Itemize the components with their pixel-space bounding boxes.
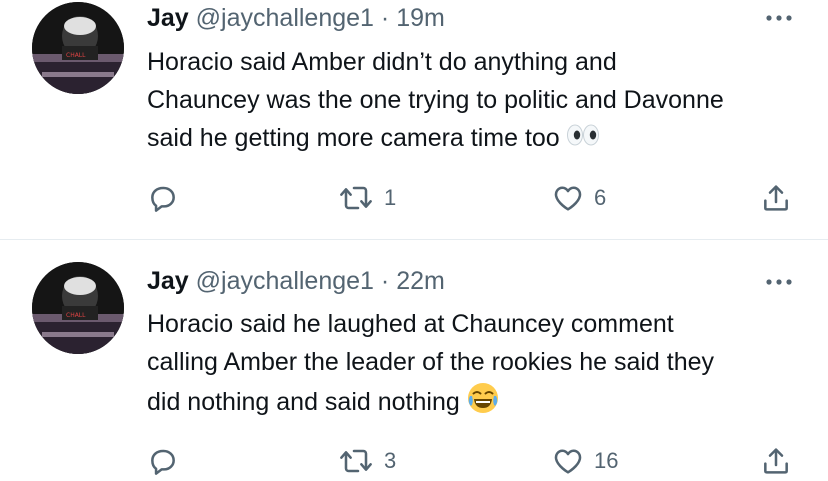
tweet-text-line-content: said he getting more camera time too [147,124,560,152]
separator-dot: · [380,267,390,295]
share-button[interactable] [760,441,792,481]
tweet-actions: 1 6 [0,178,828,218]
like-count: 6 [594,185,607,210]
reply-icon [151,449,175,475]
user-handle[interactable]: @jaychallenge1 [196,4,374,32]
reply-icon [151,186,175,212]
tweet-text-line: said he getting more camera time too [147,119,807,158]
tweet-header: Jay @jaychallenge1 · 22m [147,266,445,296]
heart-icon [554,186,582,211]
svg-text:CHALL: CHALL [66,312,86,319]
tweet[interactable]: CHALL Jay @jaychallenge1 · 22m Horacio s… [0,240,828,475]
like-count: 16 [594,448,619,473]
separator-dot: · [380,4,390,32]
tweet-text-line: Horacio said he laughed at Chauncey comm… [147,310,674,338]
more-options-icon[interactable] [764,272,794,292]
tweet-text-line: Horacio said Amber didn’t do anything an… [147,48,617,76]
reply-button[interactable] [147,441,179,481]
retweet-button[interactable]: 3 [338,441,396,481]
eyes-emoji-icon [566,120,600,158]
avatar[interactable]: CHALL [32,262,124,354]
tweet-actions: 3 16 [0,441,828,481]
retweet-icon [340,186,372,210]
avatar[interactable]: CHALL [32,2,124,94]
retweet-button[interactable]: 1 [338,178,396,218]
more-options-icon[interactable] [764,8,794,28]
like-button[interactable]: 16 [552,441,618,481]
share-button[interactable] [760,178,792,218]
user-handle[interactable]: @jaychallenge1 [196,267,374,295]
tweet[interactable]: CHALL Jay @jaychallenge1 · 19m Horacio s… [0,0,828,240]
tweet-text: Horacio said he laughed at Chauncey comm… [147,305,807,426]
share-icon [764,185,788,211]
heart-icon [554,449,582,474]
reply-button[interactable] [147,178,179,218]
tweet-text-line-content: did nothing and said nothing [147,388,460,417]
retweet-count: 1 [384,185,397,210]
share-icon [764,448,788,474]
like-button[interactable]: 6 [552,178,606,218]
tweet-text-line: Chauncey was the one trying to politic a… [147,86,724,114]
tweet-text-line: calling Amber the leader of the rookies … [147,348,715,376]
tweet-header: Jay @jaychallenge1 · 19m [147,3,445,33]
retweet-icon [340,449,372,473]
display-name[interactable]: Jay [147,4,189,32]
retweet-count: 3 [384,448,397,473]
face-with-tears-of-joy-emoji-icon [466,381,500,426]
timestamp[interactable]: 22m [396,267,445,295]
timestamp[interactable]: 19m [396,4,445,32]
avatar-image: CHALL [32,262,124,354]
tweet-text-line: did nothing and said nothing [147,381,807,426]
avatar-image: CHALL [32,2,124,94]
display-name[interactable]: Jay [147,267,189,295]
tweet-text: Horacio said Amber didn’t do anything an… [147,43,807,158]
svg-text:CHALL: CHALL [66,52,86,59]
